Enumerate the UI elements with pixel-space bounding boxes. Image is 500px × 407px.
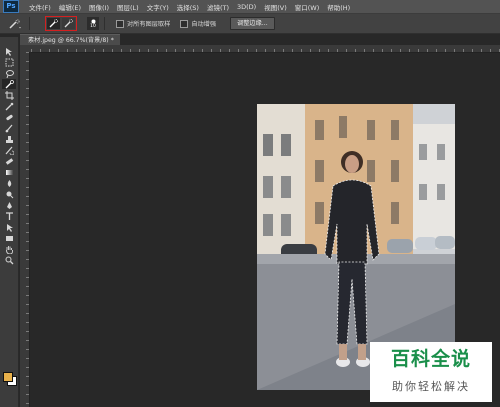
menu-view[interactable]: 视图(V): [260, 2, 291, 12]
blur-icon: [7, 179, 11, 187]
gradient-icon: [5, 169, 13, 175]
eraser-icon: [5, 157, 13, 165]
foreground-color-swatch[interactable]: [3, 372, 13, 382]
type-tool[interactable]: [2, 211, 16, 221]
watermark-subtitle: 助你轻松解决: [392, 380, 470, 393]
menu-bar: Ps 文件(F) 编辑(E) 图像(I) 图层(L) 文字(Y) 选择(S) 滤…: [0, 0, 500, 14]
separator: [29, 17, 30, 30]
app-logo: Ps: [3, 0, 19, 13]
watermark: 百科全说 助你轻松解决: [370, 342, 492, 402]
zoom-tool[interactable]: [2, 255, 16, 265]
menu-image[interactable]: 图像(I): [85, 2, 113, 12]
menu-file[interactable]: 文件(F): [25, 2, 55, 12]
eyedropper-icon: [5, 102, 13, 110]
move-icon: [5, 47, 12, 56]
spot-healing-tool[interactable]: [2, 112, 16, 122]
horizontal-ruler: [31, 45, 500, 53]
menu-select[interactable]: 选择(S): [173, 2, 203, 12]
pen-tool[interactable]: [2, 200, 16, 210]
quick-selection-icon: [9, 18, 21, 29]
selection-mode-group: [45, 16, 77, 31]
auto-enhance-checkbox[interactable]: [180, 19, 189, 28]
zoom-icon: [5, 256, 13, 264]
sample-all-layers-label: 对所有图层取样: [127, 21, 171, 28]
gradient-tool[interactable]: [2, 167, 16, 177]
clone-stamp-tool[interactable]: [2, 134, 16, 144]
spot-healing-icon: [5, 114, 13, 120]
rectangle-icon: [5, 235, 13, 241]
ruler-corner: [20, 45, 31, 52]
auto-enhance-label: 自动增强: [191, 21, 217, 28]
brush-size-picker[interactable]: 10: [87, 17, 99, 30]
menu-filter[interactable]: 滤镜(T): [203, 2, 233, 12]
history-brush-tool[interactable]: [2, 145, 16, 155]
sample-all-layers-checkbox[interactable]: [116, 19, 124, 28]
type-icon: [5, 211, 13, 220]
history-brush-icon: [5, 146, 14, 155]
clone-stamp-icon: [5, 135, 13, 143]
eyedropper-tool[interactable]: [2, 101, 16, 111]
watermark-title: 百科全说: [390, 348, 471, 370]
menu-window[interactable]: 窗口(W): [291, 2, 324, 12]
rectangle-tool[interactable]: [2, 233, 16, 243]
blur-tool[interactable]: [2, 178, 16, 188]
hand-tool[interactable]: [2, 244, 16, 254]
quick-selection-add-icon: [64, 19, 73, 28]
brush-tool[interactable]: [2, 123, 16, 133]
tools-panel: [0, 37, 19, 407]
eraser-tool[interactable]: [2, 156, 16, 166]
pen-icon: [6, 201, 12, 209]
path-selection-tool[interactable]: [2, 222, 16, 232]
dodge-tool[interactable]: [2, 189, 16, 199]
brush-size-value: 10: [90, 23, 96, 29]
marquee-icon: [5, 58, 13, 66]
vertical-ruler: [20, 52, 30, 407]
lasso-tool[interactable]: [2, 68, 16, 78]
quick-selection-tool[interactable]: [2, 79, 16, 89]
menu-type[interactable]: 文字(Y): [143, 2, 173, 12]
path-selection-icon: [6, 223, 13, 232]
hand-icon: [5, 245, 13, 254]
add-to-selection-button[interactable]: [62, 18, 75, 29]
menu-3d[interactable]: 3D(D): [233, 3, 260, 11]
new-selection-button[interactable]: [47, 18, 60, 29]
refine-edge-button[interactable]: 调整边缘...: [230, 17, 275, 30]
brush-icon: [5, 124, 12, 132]
menu-edit[interactable]: 编辑(E): [55, 2, 85, 12]
crop-tool[interactable]: [2, 90, 16, 100]
quick-selection-new-icon: [49, 19, 58, 28]
separator: [104, 17, 105, 30]
menu-help[interactable]: 帮助(H): [323, 2, 354, 12]
move-tool[interactable]: [2, 46, 16, 56]
tool-preset-picker[interactable]: [6, 17, 24, 30]
menu-layer[interactable]: 图层(L): [113, 2, 143, 12]
marquee-tool[interactable]: [2, 57, 16, 67]
options-bar: 10 对所有图层取样 自动增强 调整边缘...: [0, 14, 500, 34]
dodge-icon: [6, 191, 13, 198]
crop-icon: [4, 90, 14, 100]
lasso-icon: [5, 69, 14, 78]
quick-selection-icon: [5, 79, 14, 88]
toolbar-grip: [0, 37, 18, 45]
